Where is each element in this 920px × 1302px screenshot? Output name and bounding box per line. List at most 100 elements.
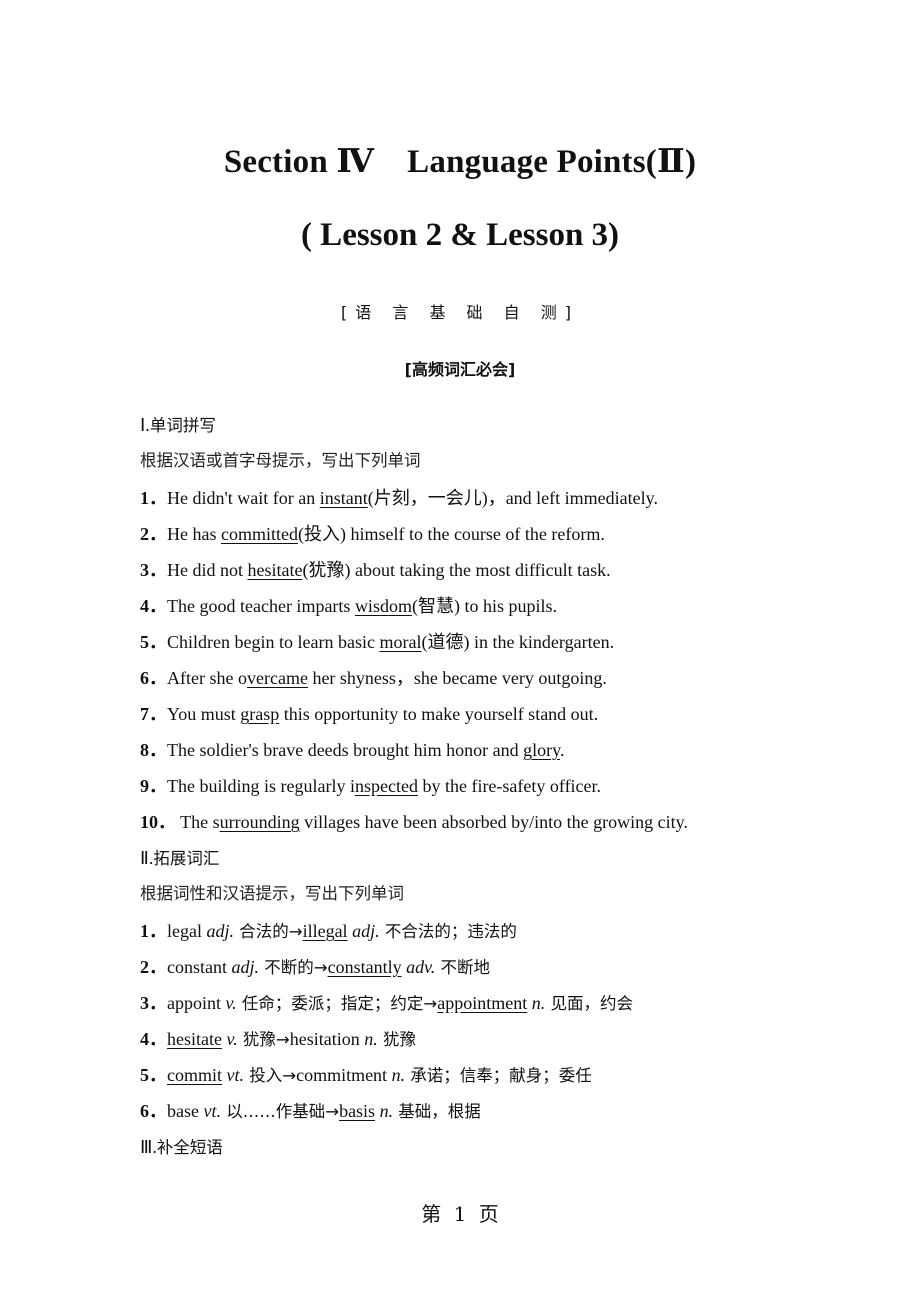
base-word: base: [167, 1101, 204, 1121]
item-number: 10．: [140, 812, 176, 832]
part2-roman-numeral: Ⅱ.: [140, 848, 154, 868]
document-subtitle: ( Lesson 2 & Lesson 3): [300, 217, 620, 253]
item-answer: urrounding: [219, 812, 300, 832]
item-text-before: He has: [167, 524, 221, 544]
part-of-speech: n.: [387, 1065, 406, 1085]
item-number: 3．: [140, 993, 167, 1013]
spelling-item: 5．Children begin to learn basic moral(道德…: [140, 631, 614, 653]
item-number: 4．: [140, 1029, 167, 1049]
item-text-before: The soldier's brave deeds brought him ho…: [167, 740, 524, 760]
part3-heading-text: 补全短语: [156, 1138, 223, 1157]
item-number: 4．: [140, 596, 167, 616]
spelling-item: 7．You must grasp this opportunity to mak…: [140, 703, 598, 725]
part2-heading: Ⅱ.拓展词汇: [140, 847, 219, 870]
item-number: 2．: [140, 524, 167, 544]
base-word: constant: [167, 957, 232, 977]
meaning: 合法的→: [234, 922, 303, 941]
item-text-before: He didn't wait for an: [167, 488, 320, 508]
item-text-after: (投入) himself to the course of the reform…: [297, 524, 605, 544]
item-number: 7．: [140, 704, 167, 724]
spelling-item: 3．He did not hesitate(犹豫) about taking t…: [140, 559, 611, 581]
item-number: 8．: [140, 740, 167, 760]
part1-heading: Ⅰ.单词拼写: [140, 414, 216, 437]
item-answer: hesitate: [247, 560, 303, 580]
word-formation-item: 6．base vt. 以……作基础→basis n. 基础，根据: [140, 1100, 481, 1123]
derived-word: constantly: [327, 957, 402, 977]
part-of-speech: n.: [527, 993, 546, 1013]
meaning: 任命；委派；指定；约定→: [236, 994, 438, 1013]
item-text-after: her shyness，she became very outgoing.: [307, 668, 607, 688]
item-answer: grasp: [240, 704, 280, 724]
item-number: 5．: [140, 632, 167, 652]
derived-word: basis: [339, 1101, 376, 1121]
item-text-after: (片刻，一会儿)，and left immediately.: [367, 488, 658, 508]
item-answer: glory: [523, 740, 560, 760]
part1-roman-numeral: Ⅰ.: [140, 415, 150, 435]
item-text-before: He did not: [167, 560, 248, 580]
item-text-before: The building is regularly i: [167, 776, 355, 796]
item-text-after: villages have been absorbed by/into the …: [299, 812, 688, 832]
document-title: Section Ⅳ Language Points(Ⅱ): [223, 144, 697, 180]
spelling-item: 9．The building is regularly inspected by…: [140, 775, 601, 797]
derived-word: illegal: [302, 921, 348, 941]
item-number: 6．: [140, 668, 167, 688]
part1-heading-text: 单词拼写: [149, 416, 216, 435]
item-text-after: (犹豫) about taking the most difficult tas…: [302, 560, 611, 580]
word-formation-item: 3．appoint v. 任命；委派；指定；约定→appointment n. …: [140, 992, 633, 1015]
part-of-speech: v.: [225, 993, 237, 1013]
meaning: 不合法的；违法的: [379, 922, 517, 941]
item-number: 2．: [140, 957, 167, 977]
meaning: 基础，根据: [393, 1102, 481, 1121]
meaning: 犹豫: [377, 1030, 416, 1049]
part-of-speech: n.: [375, 1101, 394, 1121]
item-text-after: this opportunity to make yourself stand …: [279, 704, 599, 724]
spelling-item: 4．The good teacher imparts wisdom(智慧) to…: [140, 595, 557, 617]
item-text-after: by the fire-safety officer.: [417, 776, 602, 796]
item-number: 5．: [140, 1065, 167, 1085]
spelling-item: 1．He didn't wait for an instant(片刻，一会儿)，…: [140, 487, 658, 509]
word-formation-item: 2．constant adj. 不断的→constantly adv. 不断地: [140, 956, 490, 979]
item-answer: vercame: [246, 668, 308, 688]
word-formation-item: 4．hesitate v. 犹豫→hesitation n. 犹豫: [140, 1028, 416, 1051]
word-formation-item: 5．commit vt. 投入→commitment n. 承诺；信奉；献身；委…: [140, 1064, 592, 1087]
part-of-speech: adj.: [231, 957, 260, 977]
item-text-after: (智慧) to his pupils.: [411, 596, 557, 616]
part-of-speech: n.: [359, 1029, 378, 1049]
part-of-speech: adv.: [401, 957, 436, 977]
meaning: 以……作基础→: [220, 1102, 340, 1121]
section-label-vocabulary: [高频词汇必会]: [404, 360, 516, 379]
item-answer: nspected: [354, 776, 418, 796]
base-word: hesitate: [167, 1029, 222, 1049]
spelling-item: 10． The surrounding villages have been a…: [140, 811, 688, 833]
meaning: 不断的→: [259, 958, 328, 977]
part3-roman-numeral: Ⅲ.: [140, 1137, 157, 1157]
part-of-speech: adj.: [206, 921, 234, 941]
part-of-speech: adj.: [347, 921, 380, 941]
item-answer: wisdom: [354, 596, 412, 616]
part1-instruction: 根据汉语或首字母提示，写出下列单词: [140, 451, 421, 470]
item-text-before: You must: [167, 704, 241, 724]
part2-heading-text: 拓展词汇: [153, 849, 220, 868]
meaning: 承诺；信奉；献身；委任: [405, 1066, 592, 1085]
item-text-before: The s: [176, 812, 220, 832]
item-number: 3．: [140, 560, 167, 580]
item-number: 1．: [140, 488, 167, 508]
item-answer: moral: [379, 632, 422, 652]
meaning: 见面，约会: [545, 994, 633, 1013]
base-word: legal: [167, 921, 207, 941]
spelling-item: 6．After she overcame her shyness，she bec…: [140, 667, 607, 689]
base-word: appoint: [167, 993, 226, 1013]
part2-instruction: 根据词性和汉语提示，写出下列单词: [140, 884, 404, 903]
derived-word: hesitation: [289, 1029, 360, 1049]
item-text-after: .: [560, 740, 565, 760]
item-number: 6．: [140, 1101, 167, 1121]
item-answer: instant: [319, 488, 368, 508]
spelling-item: 2．He has committed(投入) himself to the co…: [140, 523, 605, 545]
part-of-speech: v.: [221, 1029, 238, 1049]
meaning: 投入→: [244, 1066, 297, 1085]
spelling-item: 8．The soldier's brave deeds brought him …: [140, 739, 565, 761]
item-text-before: After she o: [167, 668, 247, 688]
item-text-before: The good teacher imparts: [167, 596, 355, 616]
word-formation-item: 1．legal adj. 合法的→illegal adj. 不合法的；违法的: [140, 920, 517, 943]
meaning: 犹豫→: [237, 1030, 290, 1049]
